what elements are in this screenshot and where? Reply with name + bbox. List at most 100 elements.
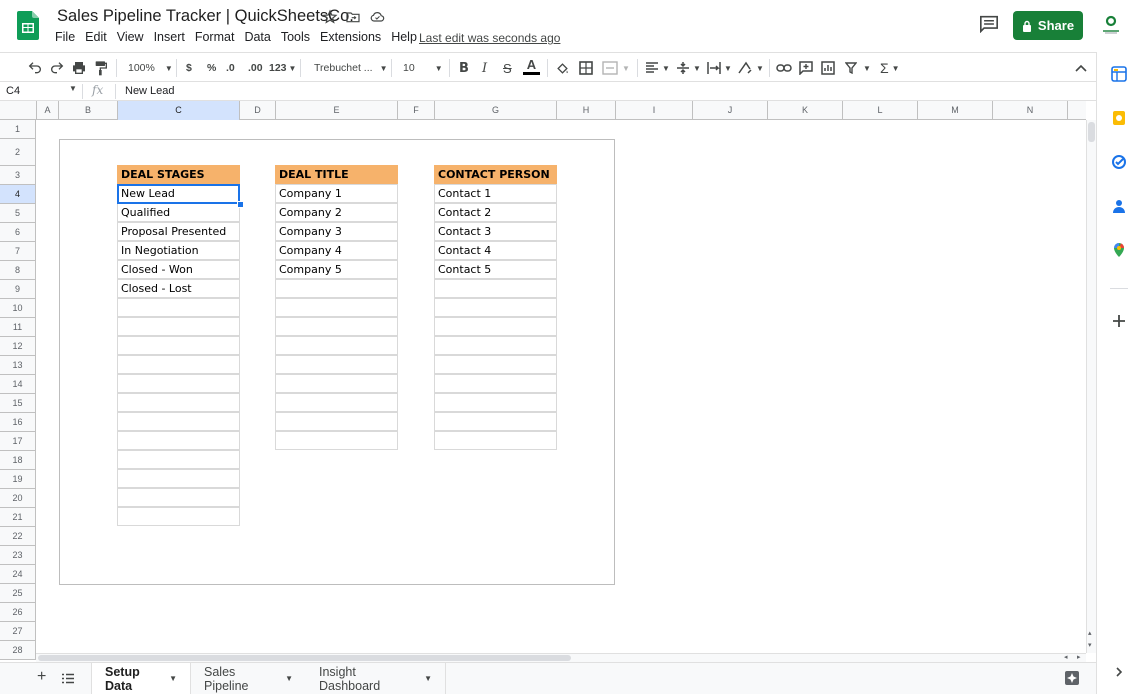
column-header-e[interactable]: E bbox=[276, 101, 398, 120]
deal-stage-cell[interactable]: Closed - Won bbox=[117, 260, 240, 279]
paint-format-icon[interactable] bbox=[94, 60, 108, 76]
tab-sales-pipeline[interactable]: Sales Pipeline ▼ bbox=[191, 663, 306, 694]
row-header-2[interactable]: 2 bbox=[0, 139, 36, 166]
horizontal-align-icon[interactable]: ▼ bbox=[645, 60, 670, 76]
explore-icon[interactable] bbox=[1064, 670, 1080, 691]
column-header-g[interactable]: G bbox=[435, 101, 557, 120]
name-box-dropdown[interactable]: ▼ bbox=[69, 84, 77, 93]
contact-person-cell[interactable]: Contact 2 bbox=[434, 203, 557, 222]
row-header-9[interactable]: 9 bbox=[0, 280, 36, 299]
document-title[interactable]: Sales Pipeline Tracker | QuickSheetsCo. bbox=[57, 7, 354, 26]
scroll-right-icon[interactable]: ▸ bbox=[1077, 653, 1081, 661]
borders-icon[interactable] bbox=[579, 60, 593, 76]
deal-title-cell[interactable] bbox=[275, 336, 398, 355]
column-header-b[interactable]: B bbox=[59, 101, 118, 120]
deal-stage-cell[interactable]: Proposal Presented bbox=[117, 222, 240, 241]
currency-button[interactable]: $ bbox=[186, 60, 192, 76]
row-header-13[interactable]: 13 bbox=[0, 356, 36, 375]
avatar[interactable] bbox=[1100, 13, 1122, 35]
expand-panel-icon[interactable] bbox=[1111, 664, 1127, 680]
row-header-22[interactable]: 22 bbox=[0, 527, 36, 546]
deal-title-cell[interactable] bbox=[275, 374, 398, 393]
scroll-up-icon[interactable]: ▴ bbox=[1088, 629, 1092, 637]
column-header-l[interactable]: L bbox=[843, 101, 918, 120]
tab-menu-icon[interactable]: ▼ bbox=[285, 674, 293, 683]
functions-icon[interactable]: Σ ▼ bbox=[880, 60, 900, 76]
maps-icon[interactable] bbox=[1111, 242, 1127, 258]
menu-extensions[interactable]: Extensions bbox=[315, 30, 386, 48]
tasks-icon[interactable] bbox=[1111, 154, 1127, 170]
deal-stage-cell[interactable]: In Negotiation bbox=[117, 241, 240, 260]
column-header-m[interactable]: M bbox=[918, 101, 993, 120]
row-header-15[interactable]: 15 bbox=[0, 394, 36, 413]
all-sheets-icon[interactable] bbox=[62, 671, 74, 689]
last-edit-link[interactable]: Last edit was seconds ago bbox=[419, 31, 560, 45]
collapse-toolbar-icon[interactable] bbox=[1075, 60, 1087, 76]
print-icon[interactable] bbox=[71, 60, 87, 76]
contacts-icon[interactable] bbox=[1111, 198, 1127, 214]
star-icon[interactable] bbox=[322, 9, 340, 25]
deal-stage-cell[interactable] bbox=[117, 412, 240, 431]
row-header-1[interactable]: 1 bbox=[0, 120, 36, 139]
tab-insight-dashboard[interactable]: Insight Dashboard ▼ bbox=[306, 663, 446, 694]
deal-stage-cell[interactable]: Closed - Lost bbox=[117, 279, 240, 298]
italic-icon[interactable]: I bbox=[482, 60, 487, 76]
column-header-d[interactable]: D bbox=[240, 101, 276, 120]
deal-stage-cell[interactable] bbox=[117, 374, 240, 393]
row-header-21[interactable]: 21 bbox=[0, 508, 36, 527]
contact-person-cell[interactable]: Contact 5 bbox=[434, 260, 557, 279]
contact-person-cell[interactable] bbox=[434, 336, 557, 355]
row-header-12[interactable]: 12 bbox=[0, 337, 36, 356]
deal-title-cell[interactable] bbox=[275, 298, 398, 317]
deal-title-cell[interactable] bbox=[275, 279, 398, 298]
row-header-14[interactable]: 14 bbox=[0, 375, 36, 394]
row-header-20[interactable]: 20 bbox=[0, 489, 36, 508]
deal-title-cell[interactable] bbox=[275, 431, 398, 450]
zoom-select[interactable]: 100% ▼ bbox=[128, 60, 173, 76]
column-header-a[interactable]: A bbox=[37, 101, 59, 120]
increase-decimal-button[interactable]: .00 bbox=[248, 60, 263, 76]
row-header-6[interactable]: 6 bbox=[0, 223, 36, 242]
add-sheet-icon[interactable]: + bbox=[37, 668, 46, 686]
contact-person-cell[interactable] bbox=[434, 355, 557, 374]
deal-title-header[interactable]: DEAL TITLE bbox=[275, 165, 398, 184]
deal-stage-cell[interactable] bbox=[117, 469, 240, 488]
row-header-4[interactable]: 4 bbox=[0, 185, 36, 204]
more-formats-button[interactable]: 123 ▼ bbox=[269, 60, 296, 76]
decrease-decimal-button[interactable]: .0 bbox=[226, 60, 235, 76]
row-header-11[interactable]: 11 bbox=[0, 318, 36, 337]
column-header-f[interactable]: F bbox=[398, 101, 435, 120]
row-header-19[interactable]: 19 bbox=[0, 470, 36, 489]
vertical-scroll-thumb[interactable] bbox=[1088, 122, 1095, 142]
scroll-left-icon[interactable]: ◂ bbox=[1064, 653, 1068, 661]
filter-views-dropdown[interactable]: ▼ bbox=[863, 60, 871, 76]
row-header-10[interactable]: 10 bbox=[0, 299, 36, 318]
deal-title-cell[interactable]: Company 5 bbox=[275, 260, 398, 279]
comment-history-icon[interactable] bbox=[979, 15, 999, 34]
menu-format[interactable]: Format bbox=[190, 30, 240, 48]
undo-icon[interactable] bbox=[27, 60, 43, 76]
scroll-down-icon[interactable]: ▾ bbox=[1088, 641, 1092, 649]
column-header-k[interactable]: K bbox=[768, 101, 843, 120]
fill-handle[interactable] bbox=[237, 201, 244, 208]
row-header-23[interactable]: 23 bbox=[0, 546, 36, 565]
menu-insert[interactable]: Insert bbox=[149, 30, 190, 48]
deal-stage-cell[interactable] bbox=[117, 431, 240, 450]
row-header-8[interactable]: 8 bbox=[0, 261, 36, 280]
bold-icon[interactable]: B bbox=[459, 60, 469, 76]
insert-link-icon[interactable] bbox=[776, 60, 792, 76]
column-header-i[interactable]: I bbox=[616, 101, 693, 120]
row-header-5[interactable]: 5 bbox=[0, 204, 36, 223]
strikethrough-icon[interactable]: S bbox=[503, 60, 512, 76]
deal-stage-cell[interactable] bbox=[117, 488, 240, 507]
add-addon-icon[interactable] bbox=[1111, 313, 1127, 329]
insert-chart-icon[interactable] bbox=[821, 60, 835, 76]
tab-menu-icon[interactable]: ▼ bbox=[169, 674, 177, 683]
tab-setup-data[interactable]: Setup Data ▼ bbox=[91, 663, 191, 694]
contact-person-cell[interactable] bbox=[434, 298, 557, 317]
contact-person-cell[interactable] bbox=[434, 393, 557, 412]
contact-person-cell[interactable] bbox=[434, 279, 557, 298]
text-wrap-icon[interactable]: ▼ bbox=[707, 60, 732, 76]
text-rotation-icon[interactable]: ▼ bbox=[737, 60, 764, 76]
sheets-logo-icon[interactable] bbox=[17, 11, 39, 40]
